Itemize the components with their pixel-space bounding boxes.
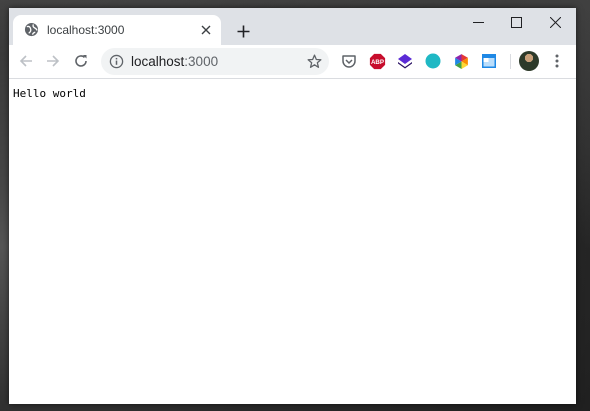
page-content: Hello world — [9, 79, 576, 404]
maximize-icon[interactable] — [495, 8, 537, 36]
close-icon[interactable] — [197, 21, 215, 39]
arrow-left-icon[interactable] — [15, 50, 37, 72]
info-icon[interactable] — [109, 54, 124, 69]
url-text: localhost:3000 — [131, 54, 218, 69]
globe-icon — [24, 22, 39, 37]
page-body-text: Hello world — [13, 87, 86, 100]
url-port: :3000 — [184, 54, 219, 69]
teal-circle-icon[interactable] — [424, 52, 442, 70]
toolbar-separator — [510, 54, 511, 69]
layers-icon[interactable] — [396, 52, 414, 70]
tab-localhost[interactable]: localhost:3000 — [13, 15, 221, 45]
tab-strip: localhost:3000 — [9, 8, 576, 45]
abp-label: ABP — [370, 59, 383, 66]
plus-icon[interactable] — [233, 21, 253, 41]
pocket-icon[interactable] — [340, 52, 358, 70]
url-host: localhost — [131, 54, 185, 69]
color-wheel-icon[interactable] — [452, 52, 470, 70]
tab-title: localhost:3000 — [47, 23, 125, 37]
toolbar: localhost:3000 ABP — [9, 45, 576, 79]
browser-window: localhost:3000 localhost:3000 ABP Hello … — [9, 8, 576, 404]
window-icon[interactable] — [480, 52, 498, 70]
avatar[interactable] — [519, 51, 539, 71]
star-icon[interactable] — [306, 53, 323, 70]
close-icon[interactable] — [534, 8, 576, 36]
address-bar[interactable]: localhost:3000 — [101, 48, 329, 75]
reload-icon[interactable] — [70, 50, 92, 72]
more-vert-icon[interactable] — [549, 52, 565, 70]
minimize-icon[interactable] — [457, 8, 499, 36]
adblock-icon[interactable]: ABP — [368, 52, 386, 70]
arrow-right-icon[interactable] — [42, 50, 64, 72]
